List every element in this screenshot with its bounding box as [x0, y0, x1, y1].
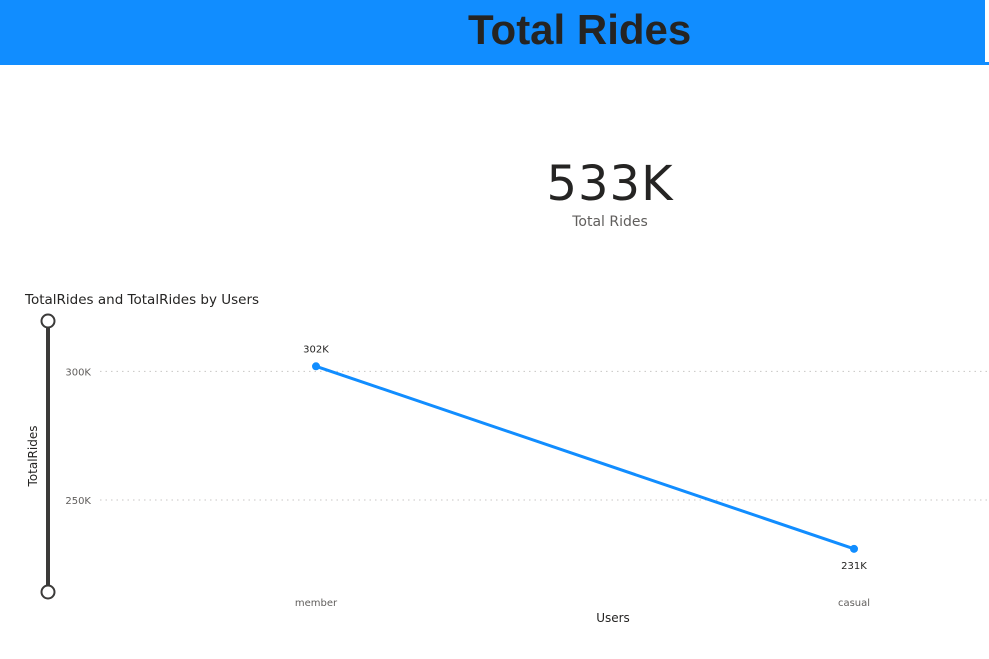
- x-tick-label: member: [295, 598, 338, 609]
- data-point[interactable]: [312, 362, 320, 371]
- data-label: 231K: [841, 561, 867, 572]
- y-tick-label: 250K: [65, 496, 91, 507]
- data-point[interactable]: [850, 544, 858, 553]
- y-tick-label: 300K: [65, 367, 91, 378]
- zoom-slider-top-handle[interactable]: [40, 313, 56, 329]
- data-label: 302K: [303, 344, 329, 355]
- x-tick-label: casual: [838, 598, 870, 609]
- zoom-slider[interactable]: [40, 313, 56, 600]
- zoom-slider-bottom-handle[interactable]: [40, 584, 56, 600]
- series-line: [315, 364, 855, 551]
- line-chart: 250K 300K member casual 302K 231K: [40, 313, 989, 609]
